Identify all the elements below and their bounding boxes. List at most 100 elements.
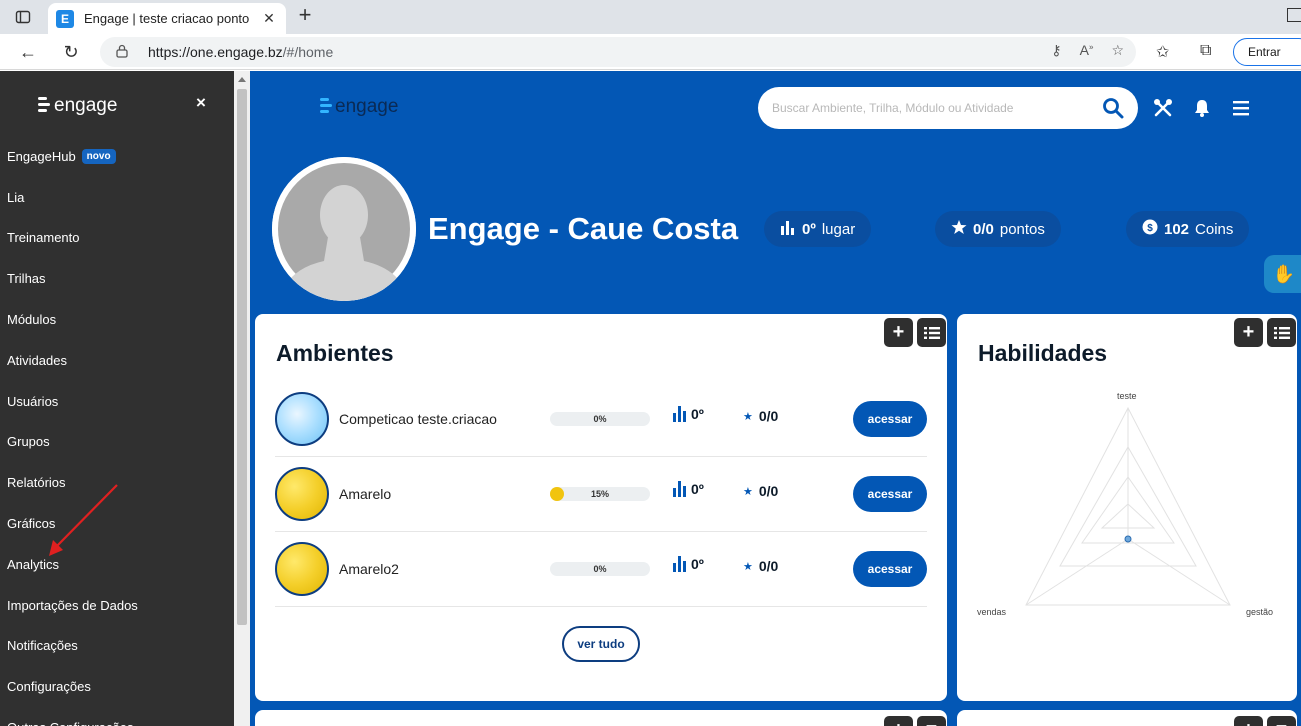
sidebar-item-atividades[interactable]: Atividades <box>0 340 234 381</box>
ver-tudo-button[interactable]: ver tudo <box>562 626 640 662</box>
add-button[interactable]: + <box>884 318 913 347</box>
progress-bar: 15% <box>550 487 650 501</box>
sidebar-scrollbar[interactable] <box>234 71 250 726</box>
sidebar-item-label: EngageHub <box>7 148 76 164</box>
search-input[interactable] <box>772 97 1092 119</box>
key-icon[interactable]: ⚷ <box>1051 42 1061 59</box>
new-tab-button[interactable]: + <box>294 4 316 27</box>
ambiente-thumbnail[interactable] <box>275 542 329 596</box>
sidebar-item-importacoes-de-dados[interactable]: Importações de Dados <box>0 585 234 626</box>
lock-icon <box>116 44 132 61</box>
tab-title: Engage | teste criacao ponto <box>84 11 250 26</box>
sidebar-item-grupos[interactable]: Grupos <box>0 422 234 463</box>
sidebar-item-usuarios[interactable]: Usuários <box>0 381 234 422</box>
sidebar-logo[interactable]: engage <box>38 95 117 117</box>
list-icon[interactable]: ≡ <box>917 716 946 726</box>
radar-axis-label: vendas <box>977 607 1007 617</box>
sidebar-item-label: Gráficos <box>7 516 56 532</box>
svg-text:$: $ <box>1147 223 1153 234</box>
window-restore-icon[interactable] <box>1287 8 1301 22</box>
url-field[interactable]: https://one.engage.bz/#/home ⚷ A» ☆ <box>100 37 1136 67</box>
sidebar-item-label: Trilhas <box>7 271 46 287</box>
sidebar-item-modulos[interactable]: Módulos <box>0 299 234 340</box>
radar-axis-label: teste <box>1117 391 1137 401</box>
rank-value: 0º <box>691 406 704 422</box>
coins-label: Coins <box>1195 220 1234 238</box>
ambiente-name[interactable]: Amarelo <box>339 486 391 502</box>
tab-actions-icon[interactable] <box>12 6 34 28</box>
acessar-button[interactable]: acessar <box>853 401 927 437</box>
coin-icon: $ <box>1142 219 1158 239</box>
ambiente-name[interactable]: Competicao teste.criacao <box>339 411 497 427</box>
acessar-button[interactable]: acessar <box>853 551 927 587</box>
progress-bar: 0% <box>550 562 650 576</box>
ambientes-card: Ambientes + Competicao teste.criacao 0% 0º… <box>255 314 947 701</box>
browser-address-bar: ← ↻ https://one.engage.bz/#/home ⚷ A» ☆ … <box>0 34 1301 70</box>
ambiente-rank: 0º <box>673 406 704 422</box>
sidebar-item-treinamento[interactable]: Treinamento <box>0 218 234 259</box>
list-icon[interactable] <box>917 318 946 347</box>
sidebar-item-configuracoes[interactable]: Configurações <box>0 666 234 707</box>
secondary-card: + ≡ <box>255 710 947 726</box>
collections-icon[interactable]: ⧉ <box>1200 42 1211 60</box>
acessar-button[interactable]: acessar <box>853 476 927 512</box>
ambiente-points: ★ 0/0 <box>743 483 778 499</box>
close-tab-icon[interactable]: ✕ <box>260 10 278 27</box>
add-button[interactable]: + <box>1234 716 1263 726</box>
browser-tab[interactable]: E Engage | teste criacao ponto ✕ <box>48 3 286 34</box>
ambiente-thumbnail[interactable] <box>275 467 329 521</box>
sidebar-item-graficos[interactable]: Gráficos <box>0 503 234 544</box>
sidebar-item-engagehub[interactable]: EngageHub novo <box>0 136 234 177</box>
ambientes-title: Ambientes <box>276 340 394 366</box>
back-arrow-icon[interactable]: ← <box>16 40 40 64</box>
radar-point <box>1124 535 1132 543</box>
sidebar-item-relatorios[interactable]: Relatórios <box>0 462 234 503</box>
points-value: 0/0 <box>973 220 994 238</box>
points-label: pontos <box>999 220 1045 238</box>
header-logo[interactable]: engage <box>320 96 398 118</box>
sidebar-item-label: Importações de Dados <box>7 597 138 613</box>
scroll-thumb[interactable] <box>237 89 247 625</box>
rank-bars-icon <box>673 556 686 572</box>
search-icon[interactable] <box>1102 97 1124 119</box>
sidebar-item-lia[interactable]: Lia <box>0 177 234 218</box>
accessibility-hand-icon[interactable]: ✋ <box>1264 255 1301 293</box>
ambiente-thumbnail[interactable] <box>275 392 329 446</box>
ambiente-points: ★ 0/0 <box>743 408 778 424</box>
main-content: engage Engage - Caue Costa 0º lugar <box>250 71 1301 726</box>
sidebar-item-analytics[interactable]: Analytics <box>0 544 234 585</box>
rank-bars-icon <box>673 481 686 497</box>
read-aloud-icon[interactable]: A» <box>1080 42 1094 59</box>
rank-value: 0º <box>802 220 816 238</box>
hamburger-menu-icon[interactable] <box>1230 97 1252 119</box>
points-value: 0/0 <box>758 558 779 574</box>
tools-icon[interactable] <box>1152 97 1174 119</box>
list-item: Competicao teste.criacao 0% 0º ★ 0/0 acessar <box>275 382 927 457</box>
avatar[interactable] <box>272 157 416 301</box>
sign-in-button[interactable]: Entrar <box>1233 38 1301 66</box>
new-badge: novo <box>81 148 116 164</box>
star-icon: ★ <box>743 485 753 498</box>
favorites-icon[interactable]: ✩ <box>1156 42 1169 62</box>
ambiente-name[interactable]: Amarelo2 <box>339 561 399 577</box>
rank-value: 0º <box>691 556 704 572</box>
radar-axis-label: gestão <box>1246 607 1274 617</box>
skills-radar-chart <box>1025 406 1231 606</box>
sidebar-item-outras-configuracoes[interactable]: Outras Configurações <box>0 707 234 726</box>
sidebar-item-trilhas[interactable]: Trilhas <box>0 258 234 299</box>
sidebar-item-label: Lia <box>7 189 25 205</box>
add-button[interactable]: + <box>884 716 913 726</box>
rank-bars-icon <box>673 406 686 422</box>
refresh-icon[interactable]: ↻ <box>59 40 83 64</box>
scroll-up-icon[interactable] <box>238 77 246 82</box>
add-favorite-icon[interactable]: ☆ <box>1111 42 1124 59</box>
url-host: https://one.engage.bz <box>148 44 283 60</box>
list-item: Amarelo 15% 0º ★ 0/0 acessar <box>275 457 927 532</box>
sidebar-item-label: Treinamento <box>7 230 80 246</box>
star-icon <box>951 219 967 239</box>
list-icon[interactable]: ≡ <box>1267 716 1296 726</box>
bell-icon[interactable] <box>1191 97 1213 119</box>
close-icon[interactable]: × <box>196 93 206 113</box>
sidebar-item-notificacoes[interactable]: Notificações <box>0 626 234 667</box>
sidebar-logo-text: engage <box>54 95 118 116</box>
